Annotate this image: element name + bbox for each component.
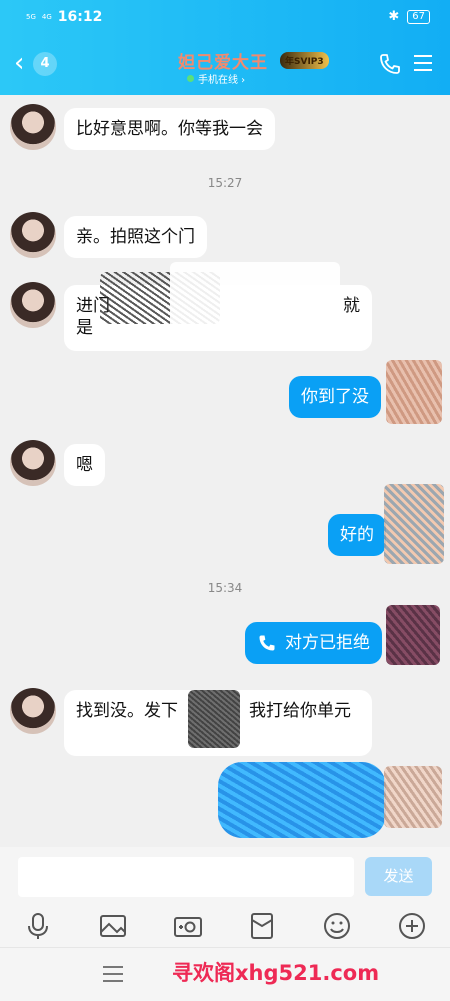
redaction-scribble [70,728,160,750]
vip-badge: 年SVIP3 [280,52,329,69]
timestamp: 15:27 [207,176,243,190]
contact-avatar[interactable] [10,104,56,150]
contact-name[interactable]: 妲己爱大王 [178,48,268,73]
message-bubble-left[interactable]: 亲。拍照这个门 [64,216,207,258]
watermark: 寻欢阁xhg521.com [172,961,380,985]
emoji-icon[interactable] [321,910,353,942]
image-icon[interactable] [97,910,129,942]
message-bubble-left[interactable]: 比好意思啊。你等我一会 [64,108,275,150]
nav-menu-icon[interactable] [103,966,123,987]
toolbar [0,905,450,947]
contact-avatar[interactable] [10,212,56,258]
redacted-avatar [386,605,440,665]
camera-icon[interactable] [172,910,204,942]
unread-badge[interactable]: 4 [33,52,57,76]
chat-header: 5G 4G 16:12 ✱ 67 ‹ 4 妲己爱大王 年SVIP3 手机在线 › [0,0,450,95]
online-status-text: 手机在线 › [198,75,246,86]
online-dot-icon [187,75,194,82]
plus-icon[interactable] [396,910,428,942]
battery-indicator: 67 [407,9,430,24]
phone-call-icon[interactable] [378,52,402,76]
signal-5g: 5G [26,12,36,21]
online-status[interactable]: 手机在线 › [187,71,245,86]
signal-4g: 4G [41,12,52,21]
call-status-text: 对方已拒绝 [285,633,370,653]
redacted-message [218,762,386,838]
status-bar: 5G 4G 16:12 ✱ 67 [0,0,450,34]
message-bubble-right[interactable]: 好的 [328,514,386,556]
send-button[interactable]: 发送 [365,857,432,896]
mic-icon[interactable] [22,910,54,942]
message-bubble-left[interactable]: 嗯 [64,444,105,486]
timestamp: 15:34 [207,581,243,595]
contact-avatar[interactable] [10,440,56,486]
message-text: 我打给你单元 [249,701,351,721]
menu-icon[interactable] [414,55,432,76]
message-text: 是 [76,318,93,338]
clock: 16:12 [57,9,103,25]
call-record-bubble[interactable]: 对方已拒绝 [245,622,382,664]
message-text: 找到没。发下 [76,701,178,721]
message-bubble-right[interactable]: 你到了没 [289,376,381,418]
phone-icon [259,635,275,651]
red-packet-icon[interactable] [246,910,278,942]
contact-avatar[interactable] [10,688,56,734]
redacted-avatar [384,766,442,828]
redaction-scribble [188,690,240,748]
back-icon[interactable]: ‹ [14,50,24,76]
message-text: 就 [343,296,360,316]
redacted-avatar [386,360,442,424]
bluetooth-icon: ✱ [388,9,400,24]
message-input[interactable] [18,857,354,897]
redaction-scribble [170,262,340,342]
redacted-avatar [384,484,444,564]
contact-avatar[interactable] [10,282,56,328]
